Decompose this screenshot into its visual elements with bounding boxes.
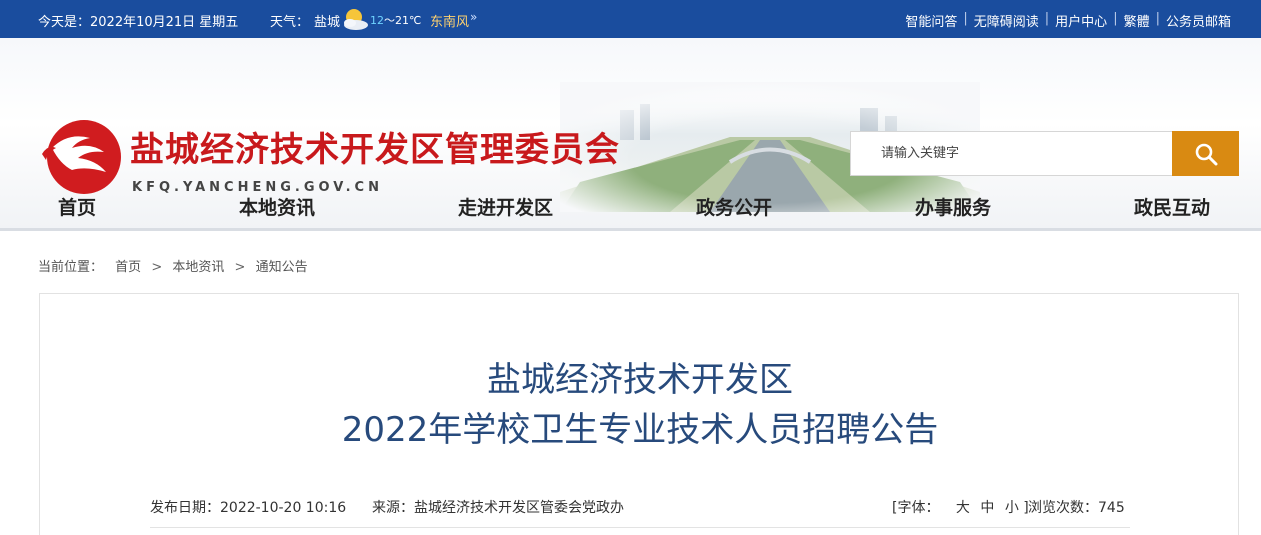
breadcrumb-separator: > xyxy=(234,260,246,275)
article-title-line1: 盐城经济技术开发区 xyxy=(487,360,793,400)
font-size-label: [字体： xyxy=(892,500,940,516)
temp-high: ～21℃ xyxy=(384,14,422,27)
link-smart-qa[interactable]: 智能问答 xyxy=(905,11,957,30)
article-source: 来源：盐城经济技术开发区管委会党政办 xyxy=(372,500,624,516)
link-separator: | xyxy=(1044,11,1050,26)
partly-cloudy-icon xyxy=(344,9,368,30)
link-separator: | xyxy=(1113,11,1118,26)
current-date: 今天是：2022年10月21日 星期五 xyxy=(38,15,239,30)
top-bar: 今天是：2022年10月21日 星期五 天气： 盐城 12～21℃ 东南风 » … xyxy=(0,0,1261,38)
site-title: 盐城经济技术开发区管理委员会 xyxy=(130,130,620,170)
search-box xyxy=(850,131,1239,176)
nav-services[interactable]: 办事服务 xyxy=(915,193,991,220)
header-divider xyxy=(0,228,1261,231)
weather-label: 天气： xyxy=(270,15,310,30)
font-size-control: [字体： 大 中 小 ] xyxy=(892,497,1029,517)
top-links: 智能问答 | 无障碍阅读 | 用户中心 | 繁體 | 公务员邮箱 xyxy=(905,11,1231,30)
link-separator: | xyxy=(1155,11,1160,26)
breadcrumb-notices[interactable]: 通知公告 xyxy=(256,260,308,275)
weather-more-icon[interactable]: » xyxy=(470,10,477,24)
article-title-line2: 2022年学校卫生专业技术人员招聘公告 xyxy=(341,410,939,450)
breadcrumb-home[interactable]: 首页 xyxy=(115,260,141,275)
link-civil-servant-mail[interactable]: 公务员邮箱 xyxy=(1166,11,1231,30)
search-icon xyxy=(1195,143,1217,165)
nav-about-zone[interactable]: 走进开发区 xyxy=(458,193,553,220)
font-size-large[interactable]: 大 xyxy=(956,500,970,516)
breadcrumb-separator: > xyxy=(151,260,163,275)
view-count: 浏览次数：745 xyxy=(1028,500,1125,516)
article-panel: 盐城经济技术开发区 2022年学校卫生专业技术人员招聘公告 发布日期：2022-… xyxy=(39,293,1239,535)
meta-divider xyxy=(150,527,1130,528)
nav-home[interactable]: 首页 xyxy=(58,193,96,220)
breadcrumb-local-news[interactable]: 本地资讯 xyxy=(172,260,224,275)
link-separator: | xyxy=(963,11,968,26)
search-input[interactable] xyxy=(851,132,1172,175)
font-size-small[interactable]: 小 ] xyxy=(1005,500,1029,516)
nav-interaction[interactable]: 政民互动 xyxy=(1134,193,1210,220)
temp-low: 12 xyxy=(370,14,384,27)
weather-wind: 东南风 xyxy=(430,15,470,30)
link-accessibility[interactable]: 无障碍阅读 xyxy=(974,11,1039,30)
weather-city: 盐城 xyxy=(314,15,341,30)
breadcrumb: 当前位置： 首页 > 本地资讯 > 通知公告 xyxy=(38,256,308,275)
weather-temperature: 12～21℃ xyxy=(370,12,421,28)
breadcrumb-label: 当前位置： xyxy=(38,260,104,275)
search-button[interactable] xyxy=(1172,131,1239,176)
publish-date: 发布日期：2022-10-20 10:16 xyxy=(150,500,347,516)
font-size-medium[interactable]: 中 xyxy=(980,500,994,516)
nav-local-news[interactable]: 本地资讯 xyxy=(239,193,315,220)
nav-government-affairs[interactable]: 政务公开 xyxy=(696,193,772,220)
main-nav: 首页 本地资讯 走进开发区 政务公开 办事服务 政民互动 xyxy=(0,183,1261,228)
link-traditional-chinese[interactable]: 繁體 xyxy=(1124,11,1150,30)
link-user-center[interactable]: 用户中心 xyxy=(1055,11,1107,30)
